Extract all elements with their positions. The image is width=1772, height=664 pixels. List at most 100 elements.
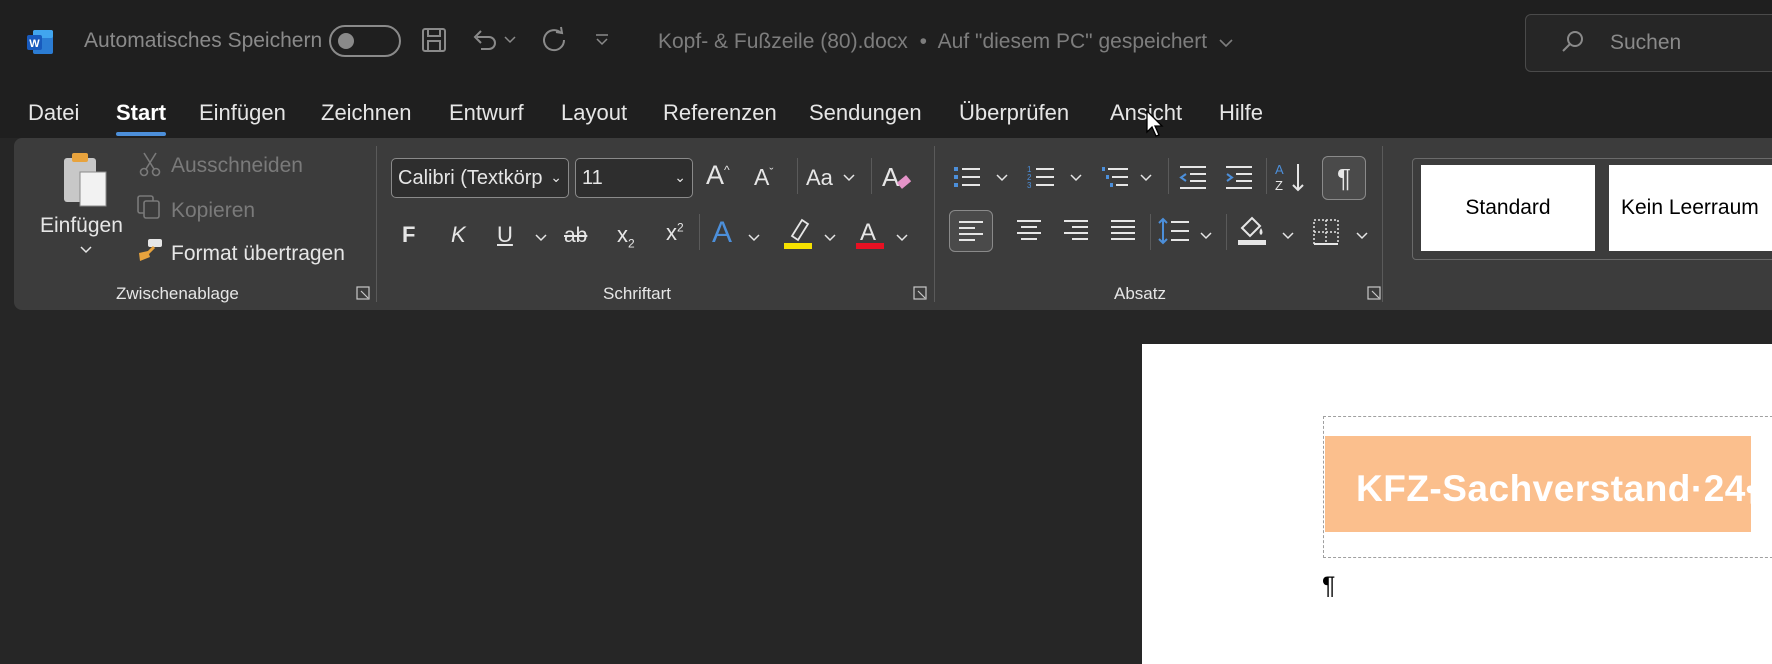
tab-layout[interactable]: Layout	[561, 100, 627, 126]
font-color-icon[interactable]: A	[854, 216, 886, 250]
paste-button[interactable]: Einfügen	[40, 214, 123, 238]
paragraph-launcher-icon[interactable]	[1367, 286, 1381, 300]
format-painter-icon	[136, 237, 164, 263]
styles-gallery: Standard Kein Leerraum	[1412, 158, 1772, 260]
document-title-button[interactable]: Kopf- & Fußzeile (80).docx • Auf "diesem…	[658, 30, 1233, 54]
tab-datei[interactable]: Datei	[28, 100, 79, 126]
title-separator: •	[919, 30, 927, 53]
multilevel-list-icon[interactable]	[1100, 162, 1130, 192]
clipboard-launcher-icon[interactable]	[356, 286, 370, 300]
tab-einfuegen[interactable]: Einfügen	[199, 100, 286, 126]
decrease-indent-icon[interactable]	[1178, 162, 1208, 192]
format-painter-button[interactable]: Format übertragen	[171, 242, 345, 266]
style-kein-leerraum[interactable]: Kein Leerraum	[1609, 165, 1772, 251]
underline-button[interactable]: U	[497, 222, 513, 248]
change-case-button[interactable]: Aa	[806, 165, 833, 191]
save-location: Auf "diesem PC" gespeichert	[937, 30, 1208, 53]
mouse-cursor-icon	[1146, 110, 1164, 138]
chevron-down-icon[interactable]	[748, 234, 760, 242]
tab-sendungen[interactable]: Sendungen	[809, 100, 922, 126]
font-size-value: 11	[582, 167, 603, 189]
chevron-down-icon[interactable]	[824, 234, 836, 242]
autosave-label: Automatisches Speichern	[84, 29, 323, 52]
header-pilcrow: ¶	[1745, 481, 1759, 506]
show-formatting-marks-icon[interactable]: ¶	[1322, 156, 1366, 200]
paste-icon[interactable]	[60, 150, 112, 210]
subscript-icon[interactable]: x2	[617, 222, 635, 250]
text-effects-icon[interactable]: A	[712, 216, 732, 250]
justify-icon[interactable]	[1110, 218, 1136, 242]
separator	[1382, 146, 1383, 302]
chevron-down-icon[interactable]	[1282, 232, 1294, 240]
chevron-down-icon[interactable]	[896, 234, 908, 242]
tab-hilfe[interactable]: Hilfe	[1219, 100, 1263, 126]
chevron-down-icon: ⌄	[550, 169, 562, 185]
chevron-down-icon[interactable]	[1070, 174, 1082, 182]
bullet-list-icon[interactable]	[952, 162, 982, 192]
shading-icon[interactable]	[1236, 214, 1268, 246]
increase-indent-icon[interactable]	[1224, 162, 1254, 192]
ribbon-tabs: Datei Start Einfügen Zeichnen Entwurf La…	[0, 82, 1772, 138]
bold-button[interactable]: F	[402, 222, 415, 248]
undo-dropdown-icon[interactable]	[500, 22, 520, 58]
svg-text:A: A	[1275, 162, 1284, 177]
line-spacing-icon[interactable]	[1158, 216, 1190, 246]
redo-icon[interactable]	[536, 22, 572, 58]
separator	[1150, 214, 1151, 250]
borders-icon[interactable]	[1312, 218, 1340, 246]
cut-button[interactable]: Ausschneiden	[171, 154, 303, 178]
chevron-down-icon[interactable]	[1200, 232, 1212, 240]
svg-text:A: A	[882, 162, 900, 192]
align-right-icon[interactable]	[1063, 218, 1089, 242]
separator	[1226, 214, 1227, 250]
search-input[interactable]: Suchen	[1525, 14, 1772, 72]
separator	[1168, 158, 1169, 194]
ribbon-panel: Einfügen Ausschneiden Kopieren Format üb…	[14, 138, 1772, 310]
header-text[interactable]: KFZ-Sachverstand·24¶	[1356, 468, 1758, 510]
svg-text:A: A	[860, 219, 876, 246]
chevron-down-icon	[1219, 30, 1233, 53]
chevron-down-icon[interactable]	[1140, 174, 1152, 182]
chevron-down-icon[interactable]	[843, 174, 855, 182]
font-size-select[interactable]: 11 ⌄	[575, 158, 693, 198]
shrink-font-icon[interactable]: Aˇ	[754, 164, 773, 191]
separator	[1266, 158, 1267, 194]
scissors-icon	[138, 151, 162, 177]
strikethrough-button[interactable]: ab	[564, 224, 587, 248]
copy-button[interactable]: Kopieren	[171, 199, 255, 223]
tab-referenzen[interactable]: Referenzen	[663, 100, 777, 126]
undo-icon[interactable]	[466, 22, 502, 58]
grow-font-icon[interactable]: A^	[706, 160, 730, 191]
align-left-icon[interactable]	[949, 210, 993, 252]
save-icon[interactable]	[416, 22, 452, 58]
style-standard[interactable]: Standard	[1421, 165, 1595, 251]
superscript-icon[interactable]: x2	[666, 220, 684, 246]
paste-dropdown-icon[interactable]	[80, 246, 92, 254]
italic-button[interactable]: K	[451, 222, 466, 248]
separator	[699, 214, 700, 250]
autosave-toggle[interactable]	[329, 25, 401, 57]
numbered-list-icon[interactable]: 123	[1026, 162, 1056, 192]
chevron-down-icon[interactable]	[996, 174, 1008, 182]
tab-ueberpruefen[interactable]: Überprüfen	[959, 100, 1069, 126]
customize-toolbar-icon[interactable]	[588, 22, 616, 58]
tab-zeichnen[interactable]: Zeichnen	[321, 100, 412, 126]
document-filename: Kopf- & Fußzeile (80).docx	[658, 30, 908, 53]
separator	[934, 146, 935, 302]
separator	[376, 146, 377, 302]
title-bar: W Automatisches Speichern Kopf- & Fußzei…	[0, 0, 1772, 82]
chevron-down-icon[interactable]	[1356, 232, 1368, 240]
underline-dropdown-icon[interactable]	[535, 234, 547, 242]
font-name-select[interactable]: Calibri (Textkörp ⌄	[391, 158, 569, 198]
font-group-label: Schriftart	[603, 284, 672, 303]
highlighter-icon[interactable]	[782, 216, 814, 250]
document-page[interactable]: KFZ-Sachverstand·24¶ ¶	[1142, 344, 1772, 664]
font-launcher-icon[interactable]	[913, 286, 927, 300]
sort-icon[interactable]: AZ	[1274, 160, 1308, 194]
clear-formatting-icon[interactable]: A	[880, 160, 914, 194]
tab-entwurf[interactable]: Entwurf	[449, 100, 524, 126]
svg-text:3: 3	[1027, 181, 1032, 190]
tab-start[interactable]: Start	[116, 100, 167, 136]
align-center-icon[interactable]	[1016, 218, 1042, 242]
copy-icon	[136, 194, 162, 220]
